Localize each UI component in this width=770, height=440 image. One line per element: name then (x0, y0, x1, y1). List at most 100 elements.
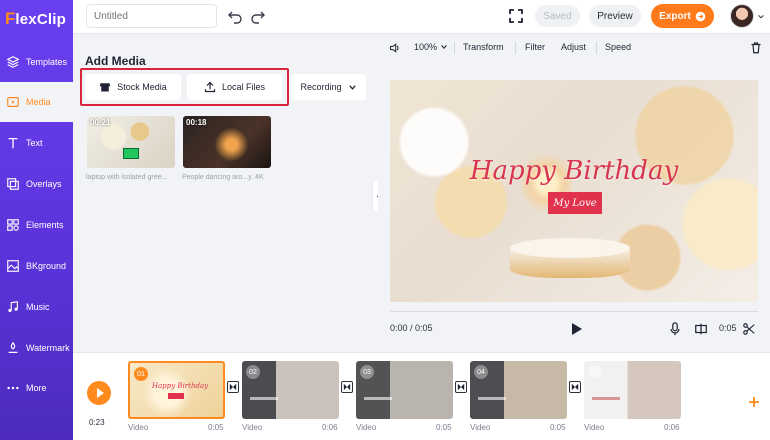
timeline-clip[interactable]: 02 (242, 361, 339, 419)
zoom-dropdown[interactable]: 100% (414, 42, 448, 52)
trash-icon[interactable] (750, 41, 762, 54)
saved-button[interactable]: Saved (535, 5, 580, 27)
clip-duration: 0:05 (550, 423, 566, 432)
speed-button[interactable]: Speed (605, 42, 631, 52)
name-tag[interactable]: My Love (548, 192, 602, 214)
sidebar-item-label: More (26, 383, 47, 393)
video-canvas[interactable]: Happy Birthday My Love (390, 80, 758, 302)
sidebar-item-music[interactable]: Music (0, 287, 73, 327)
chevron-down-icon[interactable] (757, 13, 765, 21)
transition-button[interactable] (341, 381, 353, 393)
aspect-ratio-icon[interactable] (694, 322, 708, 336)
media-caption: People dancing aro...y. 4K (182, 174, 264, 181)
end-time: 0:05 (719, 323, 737, 333)
sidebar-item-label: Watermark (26, 343, 70, 353)
clip-type-label: Video (584, 423, 605, 432)
clip-number: 05 (588, 365, 602, 379)
sidebar-item-label: Elements (26, 220, 64, 230)
store-icon (99, 83, 111, 92)
clip-number: 01 (134, 367, 148, 381)
export-label: Export (659, 10, 691, 22)
stock-media-label: Stock Media (117, 82, 167, 92)
toolbar-divider (596, 42, 597, 54)
sidebar-item-elements[interactable]: Elements (0, 205, 73, 245)
clip-type-label: Video (128, 423, 149, 432)
transition-button[interactable] (227, 381, 239, 393)
media-panel: Add Media Stock Media Local Files Record… (73, 34, 373, 350)
cake-image (510, 238, 630, 286)
media-caption: laptop with isolated gree... (86, 174, 168, 181)
sidebar-item-bkground[interactable]: BKground (0, 246, 73, 286)
media-thumbnail[interactable]: 00:18 (183, 116, 271, 168)
clip-type-label: Video (470, 423, 491, 432)
sidebar-item-watermark[interactable]: Watermark (0, 328, 73, 368)
transform-button[interactable]: Transform (463, 42, 504, 52)
clip-title: Happy Birthday (152, 382, 209, 390)
undo-icon[interactable] (227, 8, 243, 24)
toolbar-divider (454, 42, 455, 54)
avatar[interactable] (730, 4, 754, 28)
timeline-clip[interactable]: 03 (356, 361, 453, 419)
overlays-icon (7, 178, 19, 190)
transition-button[interactable] (455, 381, 467, 393)
transition-button[interactable] (569, 381, 581, 393)
export-button[interactable]: Export (651, 4, 714, 28)
project-title-input[interactable] (86, 4, 217, 28)
clip-tag (168, 393, 184, 399)
scissors-icon[interactable] (742, 322, 756, 336)
edit-toolbar: 100% Transform Filter Adjust Speed (378, 34, 770, 62)
upload-icon (204, 81, 216, 93)
redo-icon[interactable] (250, 8, 266, 24)
clip-type-label: Video (242, 423, 263, 432)
microphone-icon[interactable] (669, 322, 681, 336)
laptop-image (123, 148, 139, 159)
fullscreen-icon[interactable] (508, 8, 524, 24)
local-files-label: Local Files (221, 82, 266, 92)
transition-icon (571, 383, 579, 391)
filter-button[interactable]: Filter (525, 42, 545, 52)
timeline-clip[interactable]: 04 (470, 361, 567, 419)
play-icon[interactable] (571, 322, 583, 336)
recording-dropdown[interactable]: Recording (291, 74, 366, 100)
preview-button[interactable]: Preview (589, 5, 641, 27)
toolbar-divider (515, 42, 516, 54)
clip-caption-bar (364, 397, 392, 400)
headline-text[interactable]: Happy Birthday (390, 156, 758, 186)
clip-number: 02 (246, 365, 260, 379)
sidebar-item-templates[interactable]: Templates (0, 42, 73, 82)
local-files-button[interactable]: Local Files (187, 74, 282, 100)
zoom-value: 100% (414, 42, 438, 52)
media-thumbnail[interactable]: 00:21 (87, 116, 175, 168)
media-duration: 00:18 (186, 118, 207, 127)
timeline-clip[interactable]: 01 Happy Birthday (128, 361, 225, 419)
sidebar-item-label: BKground (26, 261, 67, 271)
watermark-icon (8, 341, 18, 353)
volume-icon[interactable] (389, 42, 401, 54)
media-duration: 00:21 (90, 118, 111, 127)
clip-duration: 0:06 (322, 423, 338, 432)
timeline-play-button[interactable] (87, 381, 111, 405)
current-time: 0:00 / 0:05 (390, 323, 433, 333)
add-clip-button[interactable] (745, 393, 763, 411)
progress-track[interactable] (390, 311, 758, 312)
sidebar-item-label: Text (26, 138, 43, 148)
adjust-button[interactable]: Adjust (561, 42, 586, 52)
timeline-clip[interactable]: 05 (584, 361, 681, 419)
top-bar: Saved Preview Export (73, 0, 770, 34)
sidebar-item-overlays[interactable]: Overlays (0, 164, 73, 204)
panel-title: Add Media (85, 54, 146, 68)
clip-number: 04 (474, 365, 488, 379)
app-logo[interactable]: F lexClip (5, 8, 66, 30)
media-icon (7, 97, 19, 107)
arrow-right-icon (695, 11, 706, 21)
transition-icon (343, 383, 351, 391)
play-icon (97, 388, 104, 398)
sidebar-item-media[interactable]: Media (0, 82, 73, 122)
chevron-down-icon (348, 84, 356, 90)
sidebar-item-label: Music (26, 302, 50, 312)
logo-text: lexClip (15, 10, 66, 28)
timeline-total-time: 0:23 (89, 418, 105, 427)
sidebar-item-text[interactable]: Text (0, 123, 73, 163)
sidebar-item-more[interactable]: More (0, 368, 73, 408)
stock-media-button[interactable]: Stock Media (85, 74, 181, 100)
